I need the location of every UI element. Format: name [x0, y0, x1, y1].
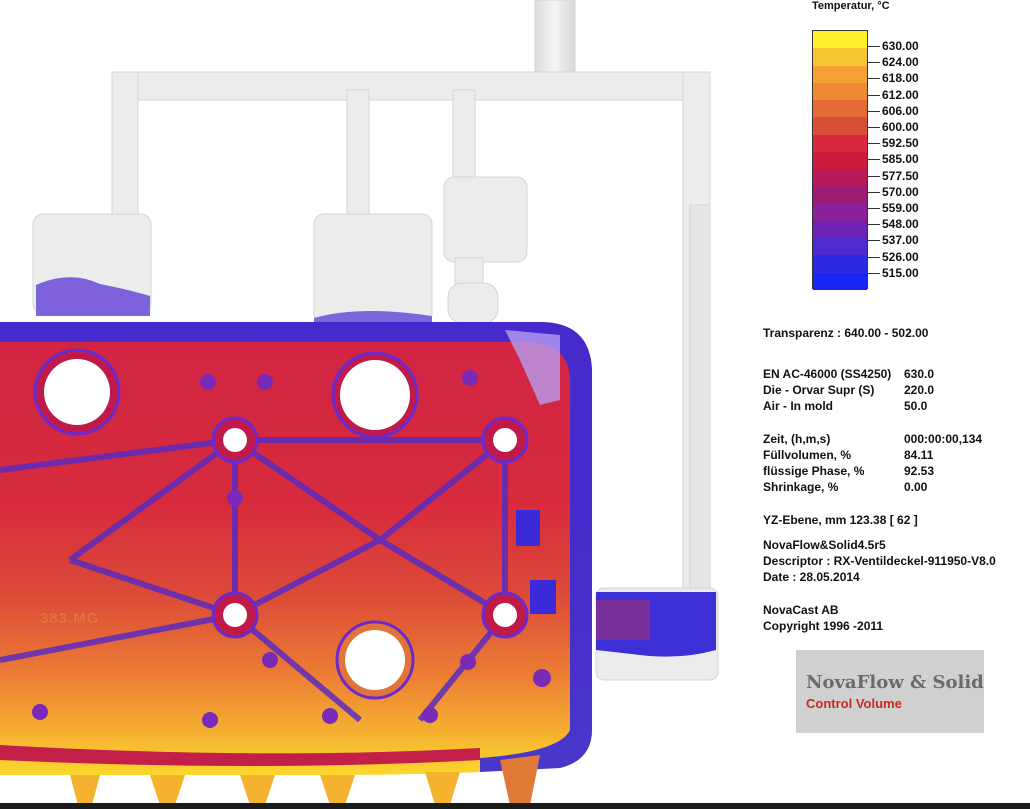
legend-tick-label: 537.00	[882, 233, 919, 248]
novaflow-logo: NovaFlow & Solid Control Volume	[796, 650, 984, 733]
legend-band	[813, 272, 867, 290]
stats-value: 92.53	[904, 464, 935, 478]
stats-value: 0.00	[904, 480, 928, 494]
stats-label: Shrinkage, %	[763, 480, 839, 494]
stats-label: Zeit, (h,m,s)	[763, 432, 831, 446]
legend-band	[813, 117, 867, 135]
legend-band	[813, 100, 867, 118]
legend-band	[813, 238, 867, 256]
legend-tick	[868, 127, 880, 128]
legend-tick-label: 515.00	[882, 265, 919, 280]
legend-band	[813, 31, 867, 49]
legend-tick-label: 570.00	[882, 184, 919, 199]
legend-tick-label: 585.00	[882, 152, 919, 167]
legend-band	[813, 220, 867, 239]
legend-tick	[868, 272, 880, 274]
legend-tick	[868, 110, 880, 112]
legend-band	[813, 134, 867, 152]
stats-label: Füllvolumen, %	[763, 448, 852, 462]
legend-tick	[868, 191, 880, 193]
logo-subtitle: Control Volume	[806, 696, 902, 711]
legend-tick	[868, 143, 880, 145]
legend-tick-label: 612.00	[882, 87, 919, 102]
stats-value: 000:00:00,134	[904, 432, 983, 446]
legend-tick-label: 606.00	[882, 103, 919, 118]
legend-tick	[868, 78, 880, 80]
legend-tick-label: 600.00	[882, 120, 919, 134]
legend-tick-label: 577.50	[882, 168, 919, 183]
transparency-range: Transparenz : 640.00 - 502.00	[763, 326, 929, 340]
legend-tick-label: 592.50	[882, 136, 919, 151]
legend-tick-label: 624.00	[882, 55, 919, 70]
bottom-border	[0, 803, 1030, 809]
materials-value: 630.0	[904, 367, 935, 381]
company-name: NovaCast AB	[763, 603, 839, 617]
plane-value: YZ-Ebene, mm 123.38 [ 62 ]	[763, 513, 918, 527]
legend-tick	[868, 224, 880, 226]
legend-band	[813, 255, 867, 273]
legend-band	[813, 169, 867, 187]
date: Date : 28.05.2014	[763, 570, 860, 584]
legend-tick-label: 559.00	[882, 201, 919, 215]
legend-band	[813, 48, 867, 66]
legend-band	[813, 82, 867, 101]
materials-value: 220.0	[904, 383, 935, 397]
legend-tick	[868, 175, 880, 177]
legend-title: Temperatur, °C	[812, 0, 890, 12]
legend-tick-label: 548.00	[882, 217, 919, 232]
materials-label: Air - In mold	[763, 399, 833, 413]
legend-band	[813, 151, 867, 170]
legend-tick	[868, 94, 880, 96]
materials-value: 50.0	[904, 399, 928, 413]
stats-label: flüssige Phase, %	[763, 464, 865, 478]
legend-tick	[868, 240, 880, 242]
logo-title: NovaFlow & Solid	[806, 672, 984, 693]
legend-band	[813, 65, 867, 83]
software-version: NovaFlow&Solid4.5r5	[763, 538, 886, 552]
legend-band	[813, 203, 867, 221]
casting-part	[0, 322, 592, 805]
descriptor: Descriptor : RX-Ventildeckel-911950-V8.0	[763, 554, 996, 568]
stats-value: 84.11	[904, 448, 934, 462]
temperature-legend-bar	[812, 30, 868, 290]
materials-label: EN AC-46000 (SS4250)	[763, 367, 892, 381]
legend-tick	[868, 46, 880, 47]
legend-tick	[868, 62, 880, 64]
legend-tick-label: 526.00	[882, 249, 919, 264]
part-marking: 383.MG	[40, 610, 100, 627]
materials-label: Die - Orvar Supr (S)	[763, 383, 875, 397]
legend-band	[813, 186, 867, 204]
legend-tick	[868, 208, 880, 209]
legend-tick-label: 618.00	[882, 71, 919, 86]
legend-tick	[868, 256, 880, 258]
copyright: Copyright 1996 -2011	[763, 619, 884, 633]
legend-tick	[868, 159, 880, 161]
legend-tick-label: 630.00	[882, 39, 919, 53]
